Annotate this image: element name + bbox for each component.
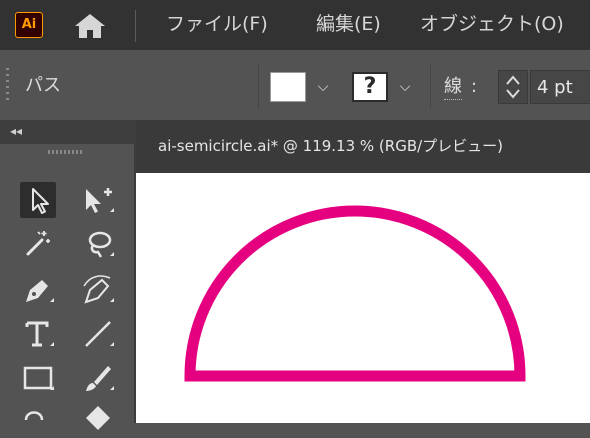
fill-dropdown-chevron-icon[interactable]: ⌵: [310, 72, 336, 102]
selection-type-label: パス: [25, 75, 61, 96]
line-segment-tool-icon[interactable]: [80, 316, 116, 352]
stroke-weight-input[interactable]: [530, 70, 590, 104]
menu-divider: [135, 10, 136, 42]
rectangle-tool-icon[interactable]: [20, 360, 56, 396]
menu-file[interactable]: ファイル(F): [166, 10, 268, 38]
menu-object[interactable]: オブジェクト(O): [420, 10, 564, 38]
stroke-weight-spinner[interactable]: [498, 70, 528, 104]
control-separator: [430, 64, 431, 108]
curvature-tool-icon[interactable]: [80, 272, 116, 308]
control-bar: パス ⌵ ? ⌵ 線 :: [0, 50, 590, 120]
tools-panel: ◂◂: [0, 120, 136, 430]
direct-selection-tool-icon[interactable]: [80, 182, 116, 218]
home-icon[interactable]: [72, 12, 108, 40]
type-tool-icon[interactable]: [20, 316, 56, 352]
magic-wand-tool-icon[interactable]: [20, 226, 56, 262]
tools-panel-header: ◂◂: [0, 120, 136, 144]
control-bar-grip[interactable]: [6, 68, 10, 104]
stroke-dropdown-chevron-icon[interactable]: ⌵: [392, 72, 418, 102]
stroke-weight-label[interactable]: 線: [444, 75, 462, 100]
paintbrush-tool-icon[interactable]: [80, 360, 116, 396]
lasso-tool-icon[interactable]: [80, 226, 116, 262]
control-separator: [258, 64, 259, 108]
collapse-panel-icon[interactable]: ◂◂: [10, 123, 22, 139]
menu-edit[interactable]: 編集(E): [316, 10, 381, 38]
document-tab-title: ai-semicircle.ai* @ 119.13 % (RGB/プレビュー): [158, 137, 504, 155]
stroke-swatch[interactable]: ?: [352, 72, 388, 102]
eraser-tool-icon[interactable]: [80, 402, 116, 438]
fill-swatch[interactable]: [270, 72, 306, 102]
menu-bar: Ai ファイル(F) 編集(E) オブジェクト(O): [0, 0, 590, 50]
app-logo[interactable]: Ai: [15, 12, 43, 38]
stroke-label-colon: :: [471, 76, 478, 97]
tools-panel-grip[interactable]: [48, 150, 84, 154]
artboard-canvas[interactable]: [136, 173, 590, 423]
semicircle-path[interactable]: [136, 173, 590, 423]
pen-tool-icon[interactable]: [20, 272, 56, 308]
selection-tool-icon[interactable]: [20, 182, 56, 218]
shaper-tool-icon[interactable]: [20, 402, 56, 438]
document-tab[interactable]: ai-semicircle.ai* @ 119.13 % (RGB/プレビュー): [136, 120, 590, 173]
